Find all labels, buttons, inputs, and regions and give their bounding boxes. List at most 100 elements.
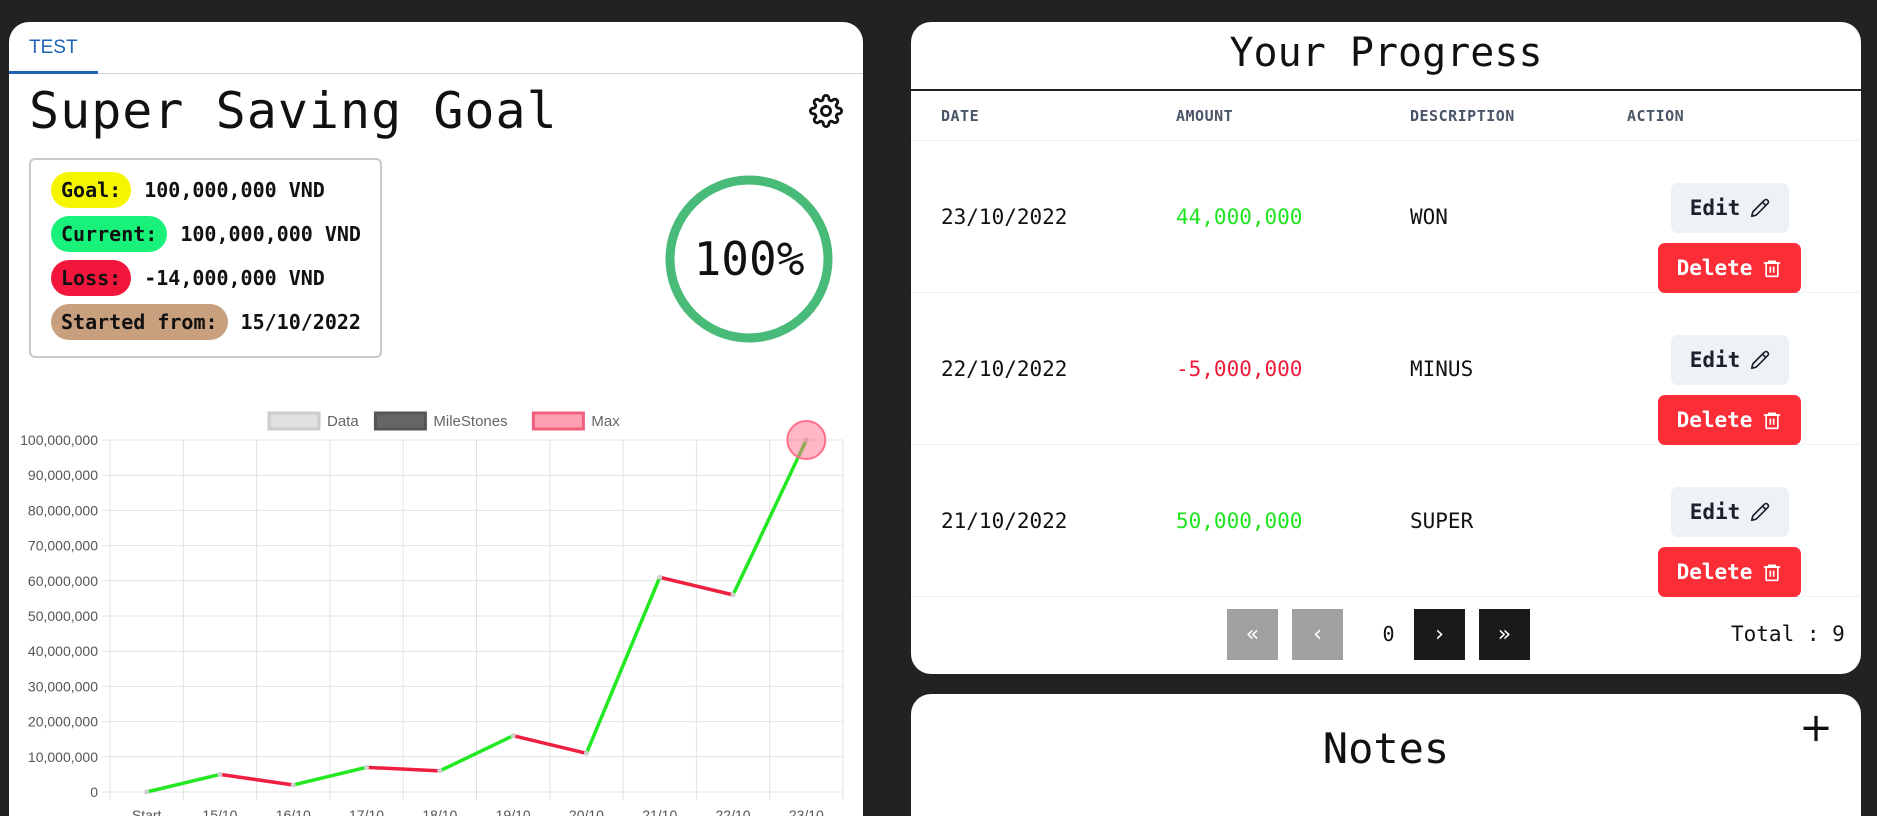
data-point: [290, 782, 296, 788]
goal-title: Super Saving Goal: [29, 82, 558, 140]
x-tick-label: Start: [132, 807, 162, 816]
total-count: Total : 9: [1731, 622, 1845, 646]
row-amount: -5,000,000: [1176, 357, 1303, 381]
edit-label: Edit: [1689, 196, 1741, 220]
x-tick-label: 16/10: [276, 807, 311, 816]
prev-page-button[interactable]: ‹: [1292, 609, 1343, 660]
row-amount: 44,000,000: [1176, 205, 1303, 229]
notes-card: Notes +: [911, 694, 1861, 816]
stat-loss-label: Loss:: [51, 260, 132, 296]
progress-percent: 100%: [693, 232, 805, 286]
x-tick-label: 22/10: [716, 807, 751, 816]
y-tick-label: 10,000,000: [28, 749, 98, 765]
trash-icon: [1764, 412, 1781, 430]
y-tick-label: 90,000,000: [28, 467, 98, 483]
pencil-icon: [1751, 502, 1770, 522]
plus-icon[interactable]: +: [1796, 708, 1836, 748]
x-tick-label: 23/10: [789, 807, 824, 816]
delete-label: Delete: [1676, 408, 1753, 432]
row-amount: 50,000,000: [1176, 509, 1303, 533]
data-point: [730, 592, 736, 598]
data-point: [364, 764, 370, 770]
data-point: [657, 574, 663, 580]
tab-bar: TEST: [9, 22, 863, 74]
legend-label: Data: [327, 413, 359, 430]
y-tick-label: 100,000,000: [20, 432, 98, 448]
y-tick-label: 0: [90, 784, 98, 800]
current-page: 0: [1382, 622, 1395, 646]
delete-button[interactable]: Delete: [1658, 395, 1801, 445]
edit-label: Edit: [1689, 348, 1741, 372]
y-tick-label: 60,000,000: [28, 573, 98, 589]
stat-started: Started from: 15/10/2022: [51, 304, 361, 340]
data-point: [144, 789, 150, 795]
stat-goal-label: Goal:: [51, 172, 132, 208]
row-date: 21/10/2022: [941, 509, 1068, 533]
header-description: DESCRIPTION: [1410, 107, 1515, 125]
data-point: [217, 771, 223, 777]
tab-test[interactable]: TEST: [9, 22, 98, 74]
stat-current-value: 100,000,000 VND: [180, 222, 361, 246]
notes-title: Notes: [1322, 724, 1450, 773]
legend-swatch: [373, 411, 427, 431]
stat-goal: Goal: 100,000,000 VND: [51, 172, 325, 208]
stat-loss-value: -14,000,000 VND: [144, 266, 325, 290]
data-point: [437, 768, 443, 774]
stat-started-label: Started from:: [51, 304, 228, 340]
legend-label: MileStones: [433, 413, 507, 430]
next-page-button[interactable]: ›: [1414, 609, 1465, 660]
x-tick-label: 17/10: [349, 807, 384, 816]
legend-label: Max: [591, 413, 620, 430]
row-date: 23/10/2022: [941, 205, 1068, 229]
pencil-icon: [1751, 198, 1770, 218]
edit-button[interactable]: Edit: [1671, 335, 1789, 385]
y-tick-label: 50,000,000: [28, 608, 98, 624]
row-description: SUPER: [1410, 509, 1474, 533]
table-row: 21/10/2022 50,000,000 SUPER Edit Delete: [911, 445, 1861, 597]
x-tick-label: 20/10: [569, 807, 604, 816]
savings-chart: 0 10,000,000 20,000,000 30,000,000 40,000,00…: [20, 411, 844, 816]
data-point: [583, 750, 589, 756]
y-tick-label: 80,000,000: [28, 502, 98, 518]
goal-stats-box: Goal: 100,000,000 VND Current: 100,000,0…: [29, 158, 382, 358]
edit-button[interactable]: Edit: [1671, 487, 1789, 537]
edit-label: Edit: [1689, 500, 1741, 524]
trash-icon: [1764, 260, 1781, 278]
legend-swatch: [267, 411, 321, 431]
delete-button[interactable]: Delete: [1658, 243, 1801, 293]
title-divider: [911, 89, 1861, 91]
header-amount: AMOUNT: [1176, 107, 1234, 125]
x-tick-label: 18/10: [422, 807, 457, 816]
series-segment: [364, 765, 442, 773]
delete-button[interactable]: Delete: [1658, 547, 1801, 597]
y-tick-label: 20,000,000: [28, 714, 98, 730]
stat-started-value: 15/10/2022: [240, 310, 361, 334]
goal-card: TEST Super Saving Goal Goal: 100,000,000…: [9, 22, 863, 816]
row-description: WON: [1410, 205, 1448, 229]
row-date: 22/10/2022: [941, 357, 1068, 381]
table-row: 22/10/2022 -5,000,000 MINUS Edit Delete: [911, 293, 1861, 445]
data-point: [510, 733, 516, 739]
edit-button[interactable]: Edit: [1671, 183, 1789, 233]
first-page-button[interactable]: «: [1227, 609, 1278, 660]
y-tick-label: 70,000,000: [28, 538, 98, 554]
stat-current-label: Current:: [51, 216, 168, 252]
stat-goal-value: 100,000,000 VND: [144, 178, 325, 202]
max-point: [786, 420, 827, 460]
x-tick-label: 19/10: [496, 807, 531, 816]
pencil-icon: [1751, 350, 1770, 370]
delete-label: Delete: [1676, 256, 1753, 280]
table-row: 23/10/2022 44,000,000 WON Edit Delete: [911, 141, 1861, 293]
stat-current: Current: 100,000,000 VND: [51, 216, 361, 252]
gear-icon[interactable]: [809, 94, 843, 128]
progress-card: Your Progress DATE AMOUNT DESCRIPTION AC…: [911, 22, 1861, 674]
y-tick-label: 30,000,000: [28, 678, 98, 694]
legend-swatch: [531, 411, 585, 431]
last-page-button[interactable]: »: [1479, 609, 1530, 660]
header-action: ACTION: [1627, 107, 1685, 125]
header-date: DATE: [941, 107, 980, 125]
trash-icon: [1764, 564, 1781, 582]
x-tick-label: 15/10: [202, 807, 237, 816]
progress-title: Your Progress: [1229, 30, 1543, 76]
stat-loss: Loss: -14,000,000 VND: [51, 260, 325, 296]
